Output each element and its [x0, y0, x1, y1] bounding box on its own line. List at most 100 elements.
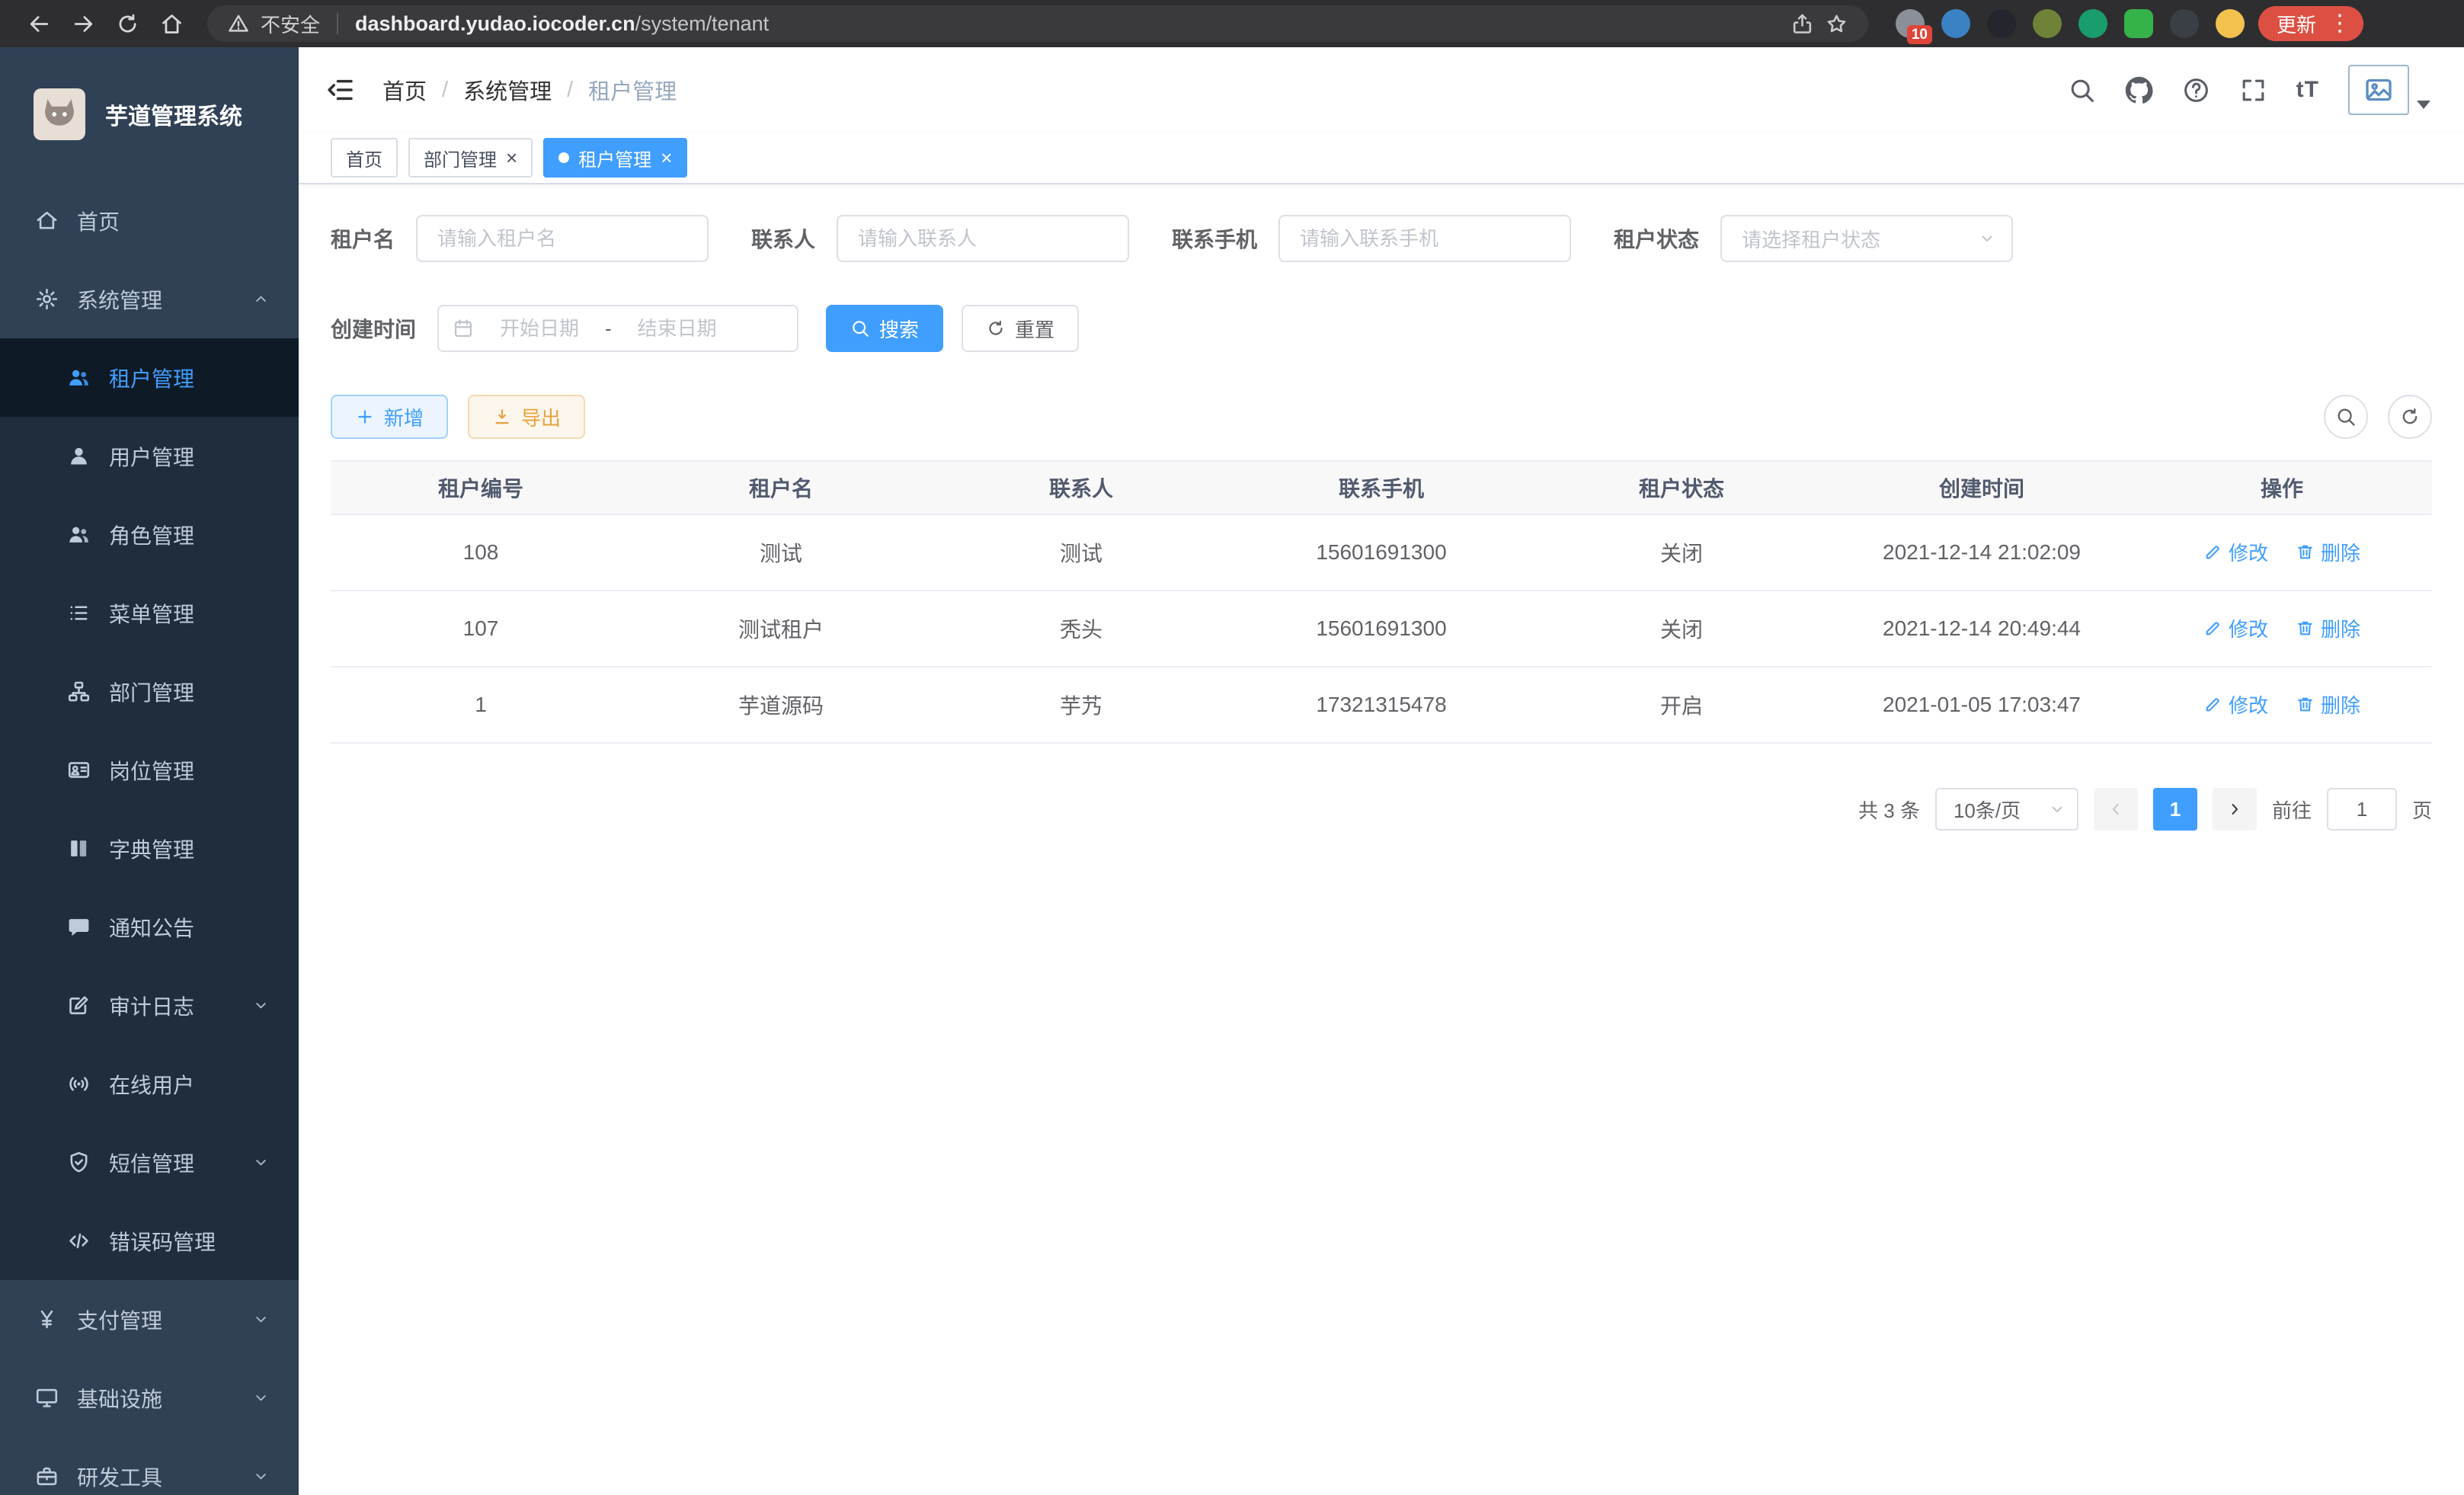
sidebar-item-notice[interactable]: 通知公告	[0, 888, 299, 966]
close-icon[interactable]: ×	[661, 148, 672, 168]
fullscreen-icon[interactable]	[2239, 76, 2267, 104]
header-actions: tT	[2068, 65, 2430, 115]
sidebar: 芋道管理系统 首页 系统管理 租户管理 用户管理	[0, 47, 299, 1495]
github-icon[interactable]	[2125, 76, 2153, 104]
browser-home-button[interactable]	[149, 2, 194, 45]
address-bar[interactable]: 不安全 dashboard.yudao.iocoder.cn/system/te…	[207, 5, 1868, 42]
mobile-label: 联系手机	[1172, 223, 1257, 254]
chevron-down-icon	[1978, 229, 1996, 248]
mobile-input[interactable]	[1278, 215, 1571, 262]
sidebar-item-system[interactable]: 系统管理	[0, 260, 299, 338]
collapse-sidebar-icon[interactable]	[325, 74, 357, 106]
security-label: 不安全	[261, 10, 320, 38]
edit-link[interactable]: 修改	[2203, 614, 2268, 642]
extension-icon-7[interactable]	[2170, 9, 2199, 38]
tab-tenant[interactable]: 租户管理×	[543, 138, 687, 178]
bookmark-star-icon[interactable]	[1825, 12, 1848, 36]
export-button[interactable]: 导出	[468, 395, 585, 439]
help-icon[interactable]	[2182, 76, 2210, 104]
toggle-search-button[interactable]	[2324, 395, 2368, 439]
sidebar-item-devtools[interactable]: 研发工具	[0, 1437, 299, 1495]
browser-back-button[interactable]	[17, 2, 61, 45]
sidebar-item-payment[interactable]: 支付管理	[0, 1280, 299, 1359]
cell-tenant-id: 1	[331, 667, 631, 743]
sidebar-item-home[interactable]: 首页	[0, 181, 299, 260]
extension-icon-5[interactable]	[2078, 9, 2107, 38]
next-page-button[interactable]	[2213, 788, 2257, 831]
breadcrumb-current: 租户管理	[588, 74, 677, 106]
reset-button[interactable]: 重置	[962, 305, 1079, 352]
delete-link[interactable]: 删除	[2296, 690, 2360, 719]
code-icon	[67, 1229, 91, 1253]
extension-icon-6[interactable]	[2124, 9, 2153, 38]
update-button[interactable]: 更新 ⋮	[2258, 6, 2363, 41]
sidebar-item-menu[interactable]: 菜单管理	[0, 574, 299, 652]
url-text: dashboard.yudao.iocoder.cn/system/tenant	[355, 12, 769, 36]
extension-icon-4[interactable]	[2033, 9, 2062, 38]
extension-icon-2[interactable]	[1941, 9, 1970, 38]
start-date-input[interactable]	[480, 317, 599, 341]
prev-page-button[interactable]	[2094, 788, 2138, 831]
search-icon[interactable]	[2068, 76, 2096, 104]
edit-link[interactable]: 修改	[2203, 538, 2268, 566]
users-icon	[67, 366, 91, 389]
sidebar-item-online-users[interactable]: 在线用户	[0, 1045, 299, 1123]
add-button[interactable]: 新增	[331, 395, 448, 439]
reload-icon	[115, 11, 140, 37]
sidebar-item-tenant[interactable]: 租户管理	[0, 338, 299, 417]
contact-input[interactable]	[837, 215, 1129, 262]
cell-tenant-id: 107	[331, 591, 631, 667]
profile-avatar-icon[interactable]	[2216, 9, 2245, 38]
delete-link[interactable]: 删除	[2296, 614, 2360, 642]
search-button[interactable]: 搜索	[826, 305, 943, 352]
sidebar-item-sms[interactable]: 短信管理	[0, 1123, 299, 1202]
sidebar-item-error-code[interactable]: 错误码管理	[0, 1202, 299, 1280]
breadcrumb-system[interactable]: 系统管理	[463, 74, 552, 106]
chevron-down-icon	[252, 1311, 270, 1328]
chevron-down-icon	[252, 997, 270, 1014]
sidebar-item-audit-log[interactable]: 审计日志	[0, 966, 299, 1045]
search-icon	[850, 319, 870, 338]
cell-actions: 修改删除	[2132, 667, 2432, 743]
tab-home[interactable]: 首页	[331, 138, 398, 178]
app-logo-row[interactable]: 芋道管理系统	[0, 47, 299, 181]
tenant-name-input[interactable]	[416, 215, 709, 262]
refresh-icon	[986, 319, 1006, 338]
refresh-icon	[2399, 406, 2421, 427]
browser-forward-button[interactable]	[61, 2, 105, 45]
calendar-icon	[453, 318, 474, 339]
col-contact: 联系人	[931, 461, 1231, 514]
goto-page-input[interactable]	[2327, 788, 2397, 831]
tab-dept[interactable]: 部门管理×	[408, 138, 533, 178]
browser-reload-button[interactable]	[105, 2, 149, 45]
extension-icon-3[interactable]	[1987, 9, 2016, 38]
sidebar-item-dict[interactable]: 字典管理	[0, 809, 299, 888]
create-time-range-picker[interactable]: -	[437, 305, 798, 352]
goto-label: 前往	[2272, 796, 2312, 824]
delete-link[interactable]: 删除	[2296, 538, 2360, 566]
sidebar-item-user[interactable]: 用户管理	[0, 417, 299, 495]
extension-icon-1[interactable]: 10	[1896, 9, 1925, 38]
page-1-button[interactable]: 1	[2153, 788, 2197, 831]
tenant-status-select[interactable]: 请选择租户状态	[1720, 215, 2013, 262]
shield-check-icon	[67, 1151, 91, 1174]
browser-menu-kebab-icon[interactable]: ⋮	[2328, 12, 2351, 35]
page-size-select[interactable]: 10条/页	[1935, 788, 2078, 831]
trash-icon	[2296, 695, 2315, 714]
refresh-table-button[interactable]	[2388, 395, 2432, 439]
table-row: 107 测试租户 秃头 15601691300 关闭 2021-12-14 20…	[331, 591, 2432, 667]
sidebar-item-post[interactable]: 岗位管理	[0, 731, 299, 809]
sidebar-item-infra[interactable]: 基础设施	[0, 1359, 299, 1437]
sidebar-item-dept[interactable]: 部门管理	[0, 652, 299, 731]
close-icon[interactable]: ×	[506, 148, 517, 168]
cell-created: 2021-01-05 17:03:47	[1832, 667, 2132, 743]
share-icon[interactable]	[1790, 12, 1814, 36]
breadcrumb: 首页 / 系统管理 / 租户管理	[382, 74, 677, 106]
chevron-down-icon	[252, 1468, 270, 1485]
font-size-icon[interactable]: tT	[2296, 77, 2319, 103]
user-avatar[interactable]	[2348, 65, 2430, 115]
edit-link[interactable]: 修改	[2203, 690, 2268, 719]
end-date-input[interactable]	[618, 317, 737, 341]
breadcrumb-home[interactable]: 首页	[382, 74, 427, 106]
sidebar-item-role[interactable]: 角色管理	[0, 495, 299, 574]
